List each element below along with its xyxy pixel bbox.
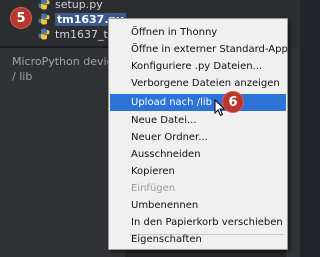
device-panel: MicroPython device / lib (0, 48, 125, 257)
menu-item-new-file[interactable]: Neue Datei... (110, 112, 286, 129)
menu-item-paste: Einfügen (131, 183, 176, 194)
menu-item-upload-to-lib[interactable]: Upload nach /lib (110, 94, 286, 111)
step-badge-6: 6 (222, 91, 244, 113)
menu-item-show-hidden-files[interactable]: Verborgene Dateien anzeigen (110, 75, 286, 92)
menu-item-copy[interactable]: Kopieren (110, 163, 286, 180)
file-name: setup.py (55, 0, 103, 11)
menu-item-rename[interactable]: Umbenennen (110, 197, 286, 214)
menu-item-configure-py-files[interactable]: Konfiguriere .py Dateien... (110, 58, 286, 75)
step-badge-5: 5 (10, 7, 32, 29)
context-menu: Öffnen in Thonny Öffne in externer Stand… (108, 18, 288, 250)
device-title-line2: / lib (12, 70, 33, 83)
menu-item-open-external-app[interactable]: Öffne in externer Standard-App (110, 41, 288, 58)
menu-item-new-folder[interactable]: Neuer Ordner... (110, 129, 286, 146)
python-file-icon (38, 28, 50, 40)
python-file-icon (38, 0, 50, 10)
device-title-line1: MicroPython device (12, 55, 120, 68)
menu-item-cut[interactable]: Ausschneiden (110, 146, 286, 163)
menu-item-move-to-trash[interactable]: In den Papierkorb verschieben (110, 214, 286, 231)
device-panel-title: MicroPython device / lib (12, 54, 119, 84)
menu-item-open-in-thonny[interactable]: Öffnen in Thonny (110, 24, 286, 41)
menu-item-properties[interactable]: Eigenschaften (110, 231, 286, 248)
python-file-icon (38, 13, 50, 25)
editor-edge (286, 48, 300, 257)
